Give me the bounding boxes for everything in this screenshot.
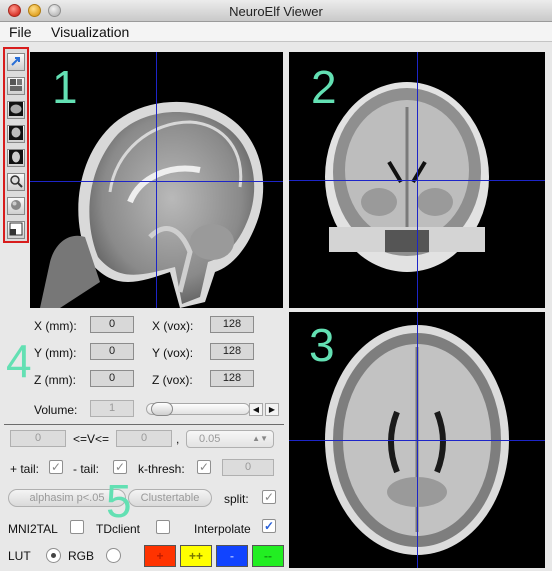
sagittal-view-panel[interactable]: 1 xyxy=(30,52,283,308)
window-title: NeuroElf Viewer xyxy=(229,4,323,19)
zoom-icon xyxy=(9,174,23,191)
view-toolbar xyxy=(3,47,29,243)
coronal-view-panel[interactable]: 2 xyxy=(289,52,545,308)
pointer-tool-icon xyxy=(9,54,23,71)
volume-field[interactable]: 1 xyxy=(90,400,134,417)
coronal-view-button[interactable] xyxy=(7,125,25,143)
menu-bar: File Visualization xyxy=(0,22,552,42)
lut-positive-button[interactable]: + xyxy=(144,545,176,567)
view-number-label: 1 xyxy=(52,61,78,113)
view-number-label: 2 xyxy=(311,61,337,113)
neg-tail-checkbox[interactable]: ✓ xyxy=(113,460,127,474)
chevron-updown-icon: ▲▼ xyxy=(252,434,268,443)
axial-view-button[interactable] xyxy=(7,149,25,167)
x-vox-field[interactable]: 128 xyxy=(210,316,254,333)
rgb-label: RGB xyxy=(68,549,95,563)
tdclient-label: TDclient xyxy=(96,522,141,536)
interpolate-checkbox[interactable]: ✓ xyxy=(262,519,276,533)
axial-view-panel[interactable]: 3 xyxy=(289,312,545,568)
slider-right-arrow[interactable]: ▶ xyxy=(265,403,279,416)
volume-slider[interactable] xyxy=(146,402,250,416)
y-vox-field[interactable]: 128 xyxy=(210,343,254,360)
x-vox-label: X (vox): xyxy=(152,319,194,333)
z-mm-field[interactable]: 0 xyxy=(90,370,134,387)
lut-radio[interactable] xyxy=(46,548,61,563)
multi-slice-button[interactable] xyxy=(7,77,25,95)
slider-left-arrow[interactable]: ◀ xyxy=(249,403,263,416)
interpolate-label: Interpolate xyxy=(194,522,251,536)
mni2tal-label: MNI2TAL xyxy=(8,522,58,536)
split-label: split: xyxy=(224,492,249,506)
zoom-button[interactable] xyxy=(7,173,25,191)
section-divider xyxy=(4,424,284,425)
z-vox-field[interactable]: 128 xyxy=(210,370,254,387)
sagittal-view-button[interactable] xyxy=(7,101,25,119)
threshold-lower-field[interactable]: 0 xyxy=(10,430,66,447)
tdclient-checkbox[interactable] xyxy=(156,520,170,534)
lut-negative-button[interactable]: - xyxy=(216,545,248,567)
axial-view-icon xyxy=(9,149,23,167)
z-mm-label: Z (mm): xyxy=(34,373,76,387)
split-checkbox[interactable]: ✓ xyxy=(262,490,276,504)
x-mm-field[interactable]: 0 xyxy=(90,316,134,333)
neg-tail-label: - tail: xyxy=(73,462,100,476)
kthresh-field[interactable]: 0 xyxy=(222,459,274,476)
crosshair-horizontal xyxy=(289,440,545,441)
coords-group-number: 4 xyxy=(6,335,32,387)
menu-file[interactable]: File xyxy=(9,24,32,40)
threshold-comma: , xyxy=(176,432,180,446)
mni2tal-checkbox[interactable] xyxy=(70,520,84,534)
clustertable-button[interactable]: Clustertable xyxy=(128,489,212,507)
rgb-radio[interactable] xyxy=(106,548,121,563)
kthresh-checkbox[interactable]: ✓ xyxy=(197,460,211,474)
y-vox-label: Y (vox): xyxy=(152,346,194,360)
coronal-view-icon xyxy=(9,125,23,143)
threshold-between-label: <=V<= xyxy=(73,432,110,446)
pos-tail-label: + tail: xyxy=(10,462,40,476)
pointer-tool-button[interactable] xyxy=(7,53,25,71)
pvalue-dropdown[interactable]: 0.05 ▲▼ xyxy=(186,430,274,448)
pos-tail-checkbox[interactable]: ✓ xyxy=(49,460,63,474)
threshold-upper-field[interactable]: 0 xyxy=(116,430,172,447)
crosshair-vertical xyxy=(156,52,157,308)
crosshair-horizontal xyxy=(289,180,545,181)
x-mm-label: X (mm): xyxy=(34,319,77,333)
lut-negative-strong-button[interactable]: -- xyxy=(252,545,284,567)
view-number-label: 3 xyxy=(309,319,335,371)
title-bar: NeuroElf Viewer xyxy=(0,0,552,22)
volume-label: Volume: xyxy=(34,403,78,417)
window-layout-button[interactable] xyxy=(7,221,25,239)
z-vox-label: Z (vox): xyxy=(152,373,193,387)
lut-label: LUT xyxy=(8,549,31,563)
pvalue-value: 0.05 xyxy=(199,433,221,445)
menu-visualization[interactable]: Visualization xyxy=(51,24,129,40)
y-mm-field[interactable]: 0 xyxy=(90,343,134,360)
render-icon xyxy=(9,198,23,215)
crosshair-horizontal xyxy=(30,181,283,182)
render-button[interactable] xyxy=(7,197,25,215)
sagittal-view-icon xyxy=(9,101,23,119)
lut-positive-strong-button[interactable]: ++ xyxy=(180,545,212,567)
kthresh-label: k-thresh: xyxy=(138,462,185,476)
volume-slider-thumb[interactable] xyxy=(151,402,173,416)
window-layout-icon xyxy=(9,222,23,239)
multi-slice-icon xyxy=(9,78,23,95)
y-mm-label: Y (mm): xyxy=(34,346,77,360)
viewer-window: NeuroElf Viewer File Visualization 1 2 3… xyxy=(0,0,552,571)
